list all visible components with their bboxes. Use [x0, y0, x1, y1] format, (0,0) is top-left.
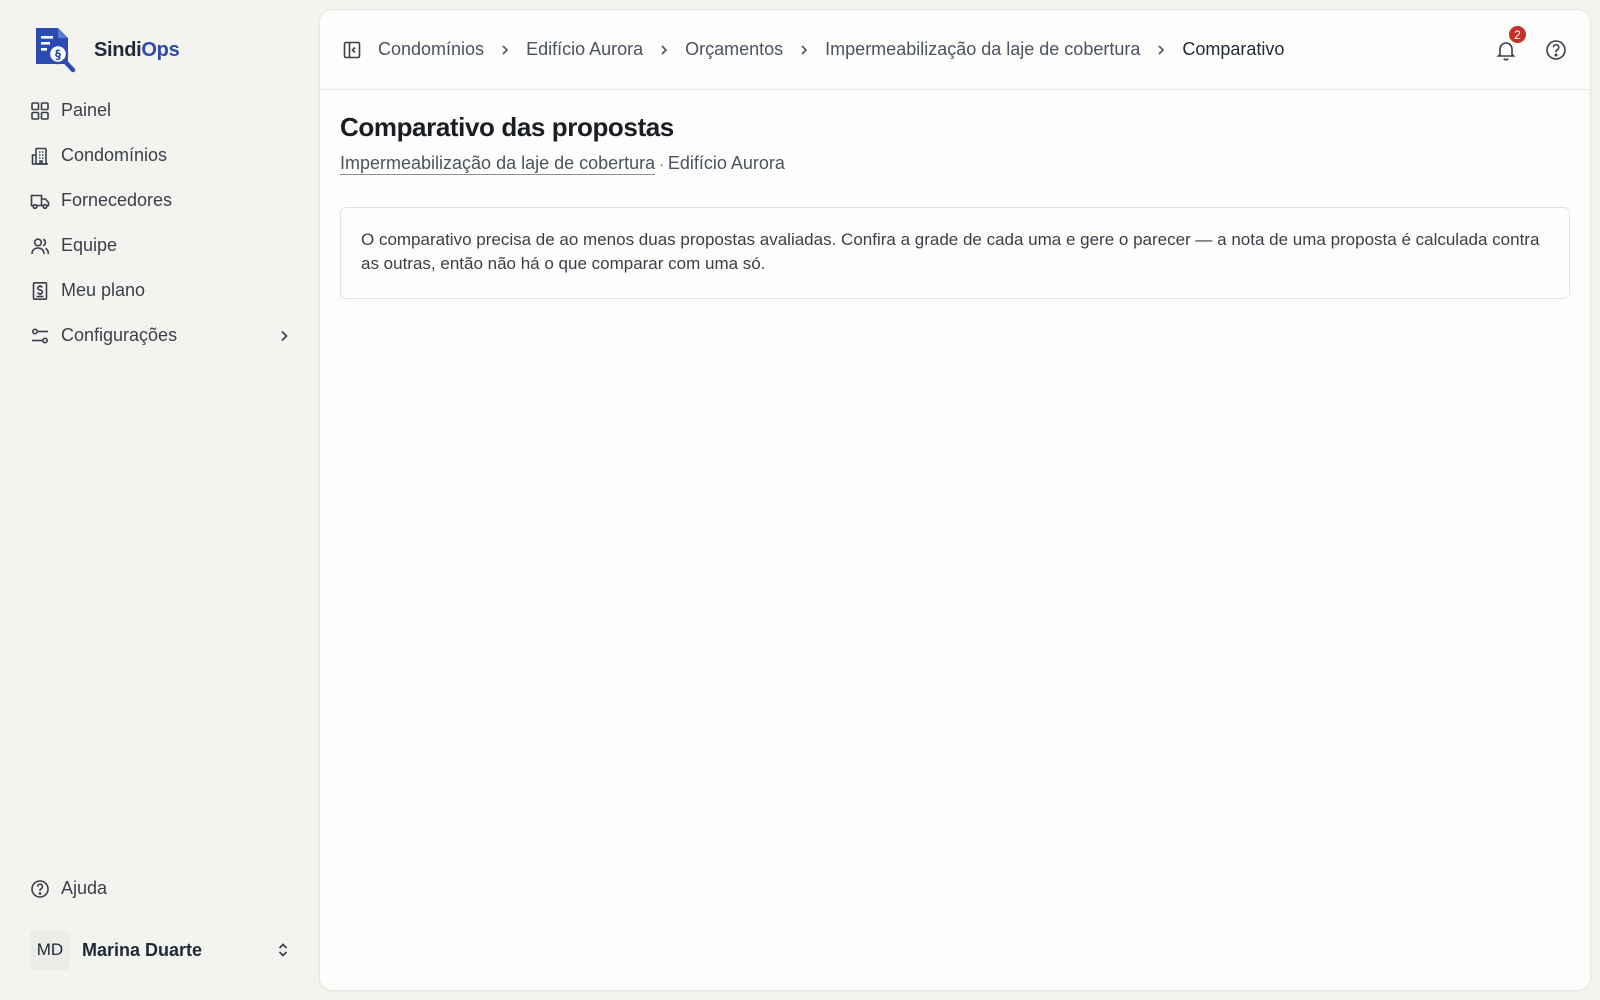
- building-icon: [30, 146, 50, 166]
- help-circle-icon: [1546, 40, 1566, 60]
- sidebar-item-label: Fornecedores: [61, 190, 173, 210]
- top-actions: 2: [1494, 24, 1568, 62]
- logo-icon: §: [36, 28, 76, 73]
- budget-link[interactable]: Impermeabilização da laje de cobertura: [340, 153, 656, 175]
- settings-sliders-icon: [30, 326, 50, 346]
- sidebar-item-label: Configurações: [61, 325, 178, 345]
- notifications-button[interactable]: 2: [1494, 24, 1528, 62]
- sidebar: § SindiOps Painel Condomínios Fornecedor…: [0, 0, 320, 1000]
- breadcrumb-orcamento[interactable]: Impermeabilização da laje de cobertura: [825, 39, 1140, 60]
- empty-state-notice: O comparativo precisa de ao menos duas p…: [340, 207, 1570, 299]
- receipt-icon: [30, 281, 50, 301]
- chevron-right-icon: [801, 44, 808, 55]
- sidebar-item-label: Equipe: [61, 235, 118, 255]
- sidebar-item-label: Meu plano: [61, 280, 146, 300]
- breadcrumb: Condomínios Edifício Aurora Orçamentos I…: [378, 39, 1284, 60]
- sidebar-item-ajuda[interactable]: Ajuda: [30, 866, 292, 911]
- chevron-right-icon: [281, 330, 288, 341]
- sidebar-item-condominios[interactable]: Condomínios: [30, 133, 292, 178]
- breadcrumb-edificio[interactable]: Edifício Aurora: [526, 39, 643, 60]
- topbar: Condomínios Edifício Aurora Orçamentos I…: [320, 10, 1590, 90]
- chevron-right-icon: [1158, 44, 1165, 55]
- users-icon: [30, 236, 50, 256]
- breadcrumb-condominios[interactable]: Condomínios: [378, 39, 484, 60]
- chevron-right-icon: [502, 44, 509, 55]
- user-name: Marina Duarte: [82, 939, 203, 960]
- truck-icon: [30, 191, 50, 211]
- sidebar-item-equipe[interactable]: Equipe: [30, 223, 292, 268]
- svg-text:§: §: [55, 48, 61, 62]
- chevron-right-icon: [661, 44, 668, 55]
- grid-icon: [30, 101, 50, 121]
- help-circle-icon: [30, 879, 50, 899]
- page-subtitle: Impermeabilização da laje de cobertura ·…: [340, 153, 1570, 175]
- sidebar-item-configuracoes[interactable]: Configurações: [30, 313, 292, 358]
- brand[interactable]: § SindiOps: [32, 26, 180, 74]
- breadcrumb-current: Comparativo: [1182, 39, 1285, 59]
- breadcrumb-orcamentos[interactable]: Orçamentos: [685, 39, 783, 60]
- brand-name: SindiOps: [94, 38, 180, 61]
- chevron-up-down-icon: [278, 943, 288, 957]
- building-name: Edifício Aurora: [667, 153, 785, 173]
- sidebar-toggle-icon[interactable]: [342, 40, 362, 60]
- sidebar-item-label: Condomínios: [61, 145, 168, 165]
- avatar: MD: [30, 930, 70, 970]
- sidebar-item-painel[interactable]: Painel: [30, 88, 292, 133]
- help-button[interactable]: [1544, 38, 1568, 62]
- page-title: Comparativo das propostas: [340, 112, 674, 142]
- notification-badge: 2: [1507, 24, 1528, 45]
- main-panel: Condomínios Edifício Aurora Orçamentos I…: [320, 10, 1590, 990]
- sidebar-item-label: Ajuda: [61, 878, 108, 898]
- user-menu[interactable]: MD Marina Duarte: [30, 924, 292, 976]
- subtitle-separator: ·: [659, 156, 664, 172]
- sidebar-item-fornecedores[interactable]: Fornecedores: [30, 178, 292, 223]
- sidebar-nav: Painel Condomínios Fornecedores Equipe M…: [30, 88, 292, 358]
- sidebar-item-meu-plano[interactable]: Meu plano: [30, 268, 292, 313]
- page-content: Comparativo das propostas Impermeabiliza…: [320, 90, 1590, 299]
- sidebar-item-label: Painel: [61, 100, 112, 120]
